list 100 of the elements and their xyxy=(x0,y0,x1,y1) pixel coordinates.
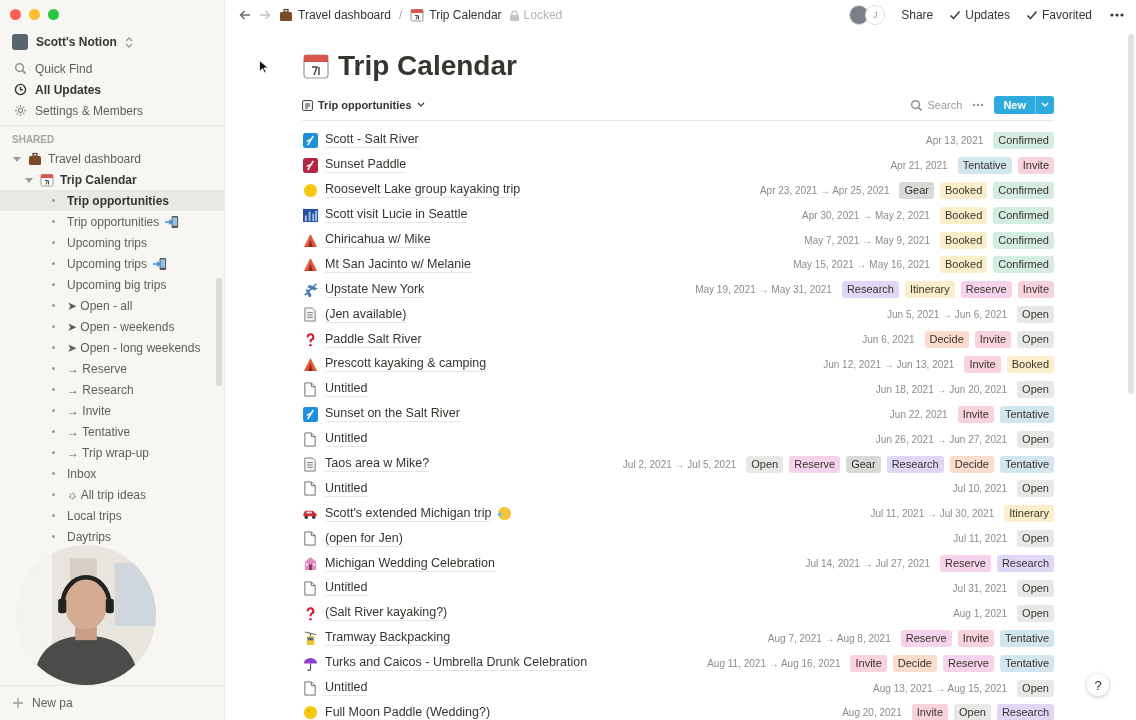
chevron-down-icon[interactable] xyxy=(1041,102,1049,108)
row-title[interactable]: Sunset on the Salt River xyxy=(325,406,460,423)
status-tag: Decide xyxy=(892,654,937,672)
minimize-window-button[interactable] xyxy=(29,9,40,20)
new-page-button[interactable]: New pa xyxy=(8,694,77,712)
row-title[interactable]: Paddle Salt River xyxy=(325,331,422,348)
sidebar-item[interactable]: → Tentative xyxy=(0,421,224,442)
row-title[interactable]: (Salt River kayaking?) xyxy=(325,605,448,622)
scrollbar[interactable] xyxy=(1128,34,1134,394)
tent-icon xyxy=(302,356,318,372)
sidebar-item[interactable]: Trip Calendar xyxy=(0,169,224,190)
breadcrumb-link[interactable]: Trip Calendar xyxy=(429,8,502,22)
row-title[interactable]: Scott's extended Michigan trip xyxy=(325,505,492,522)
sidebar-item[interactable]: Local trips xyxy=(0,505,224,526)
workspace-switcher[interactable]: Scott's Notion xyxy=(0,34,224,58)
sidebar-item[interactable]: Travel dashboard xyxy=(0,148,224,169)
sidebar-item[interactable]: ➤ Open - weekends xyxy=(0,316,224,337)
briefcase-icon xyxy=(279,8,293,22)
date-range: Jun 5, 2021 → Jun 6, 2021 xyxy=(887,309,1008,321)
sidebar-menu-item[interactable]: Quick Find xyxy=(0,58,224,79)
row-title[interactable]: Taos area w Mike? xyxy=(325,456,430,472)
row-title[interactable]: Upstate New York xyxy=(325,281,425,298)
row-title[interactable]: Full Moon Paddle (Wedding?) xyxy=(325,704,491,720)
date-range: May 15, 2021 → May 16, 2021 xyxy=(793,259,930,271)
row-title[interactable]: Roosevelt Lake group kayaking trip xyxy=(325,182,521,199)
status-tag: Invite xyxy=(911,704,948,720)
sidebar-item[interactable]: Trip opportunities xyxy=(0,211,224,232)
bullet-icon xyxy=(52,304,55,307)
status-tag: Reserve xyxy=(789,455,841,473)
status-tag: Tentative xyxy=(999,405,1054,423)
back-arrow-icon[interactable] xyxy=(239,9,251,21)
date-range: Jun 26, 2021 → Jun 27, 2021 xyxy=(875,433,1008,445)
date-range: Jul 14, 2021 → Jul 27, 2021 xyxy=(805,558,930,570)
moon-icon xyxy=(302,705,318,720)
row-title[interactable]: Scott - Salt River xyxy=(325,132,419,149)
status-tag: Invite xyxy=(850,654,887,672)
scrollbar[interactable] xyxy=(216,278,222,386)
forward-arrow-icon[interactable] xyxy=(259,9,271,21)
page-title: Trip Calendar xyxy=(338,50,517,82)
sidebar-menu-item[interactable]: All Updates xyxy=(0,79,224,100)
help-button[interactable]: ? xyxy=(1087,674,1109,696)
sidebar-item[interactable]: Trip opportunities xyxy=(0,190,224,211)
close-window-button[interactable] xyxy=(10,9,21,20)
city-icon xyxy=(302,207,318,223)
page-icon xyxy=(303,381,317,397)
calendar-icon xyxy=(40,172,54,187)
row-title[interactable]: Untitled xyxy=(325,580,368,597)
more-icon[interactable] xyxy=(1110,13,1124,17)
tent-icon xyxy=(302,257,318,273)
sidebar-item[interactable]: Inbox xyxy=(0,463,224,484)
sidebar-item[interactable]: ☼ All trip ideas xyxy=(0,484,224,505)
status-tag: Confirmed xyxy=(993,256,1054,274)
status-tag: Gear xyxy=(846,455,881,473)
row-title[interactable]: Scott visit Lucie in Seattle xyxy=(325,207,468,224)
breadcrumb-link[interactable]: Travel dashboard xyxy=(298,8,391,22)
sidebar-item[interactable]: → Trip wrap-up xyxy=(0,442,224,463)
sidebar-menu-item[interactable]: Settings & Members xyxy=(0,100,224,121)
sidebar-item[interactable]: → Reserve xyxy=(0,358,224,379)
date-range: Aug 13, 2021 → Aug 15, 2021 xyxy=(873,682,1008,694)
page-icon xyxy=(303,481,317,497)
row-title[interactable]: (Jen available) xyxy=(325,306,407,323)
zoom-window-button[interactable] xyxy=(48,9,59,20)
user-avatar: J xyxy=(865,5,886,25)
status-tag: Reserve xyxy=(943,654,994,672)
sidebar-item[interactable]: Daytrips xyxy=(0,526,224,547)
date-range: Aug 7, 2021 → Aug 8, 2021 xyxy=(767,632,891,644)
sidebar-item[interactable]: ➤ Open - all xyxy=(0,295,224,316)
status-tag: Gear xyxy=(899,181,934,199)
topbar-action[interactable]: Favorited xyxy=(1041,8,1092,22)
sidebar-item[interactable]: → Research xyxy=(0,379,224,400)
status-tag: Reserve xyxy=(939,555,991,573)
tent-icon xyxy=(302,232,318,248)
view-selector[interactable]: Trip opportunities xyxy=(302,99,425,111)
sidebar-item[interactable]: ➤ Open - long weekends xyxy=(0,337,224,358)
row-title[interactable]: Untitled xyxy=(325,381,368,398)
topbar-action[interactable]: Share xyxy=(901,8,934,22)
row-title[interactable]: Mt San Jacinto w/ Melanie xyxy=(325,256,471,273)
bullet-icon xyxy=(52,241,55,244)
chevron-down-icon xyxy=(416,102,425,108)
row-title[interactable]: Sunset Paddle xyxy=(325,157,407,174)
topbar-action[interactable]: Updates xyxy=(965,8,1010,22)
check-icon xyxy=(1025,9,1038,21)
row-title[interactable]: Tramway Backpacking xyxy=(325,630,451,647)
status-tag: Open xyxy=(1017,380,1054,398)
date-range: May 7, 2021 → May 9, 2021 xyxy=(804,234,930,246)
row-title[interactable]: Chiricahua w/ Mike xyxy=(325,232,431,248)
row-title[interactable]: (open for Jen) xyxy=(325,530,403,547)
sidebar-item[interactable]: → Invite xyxy=(0,400,224,421)
status-tag: Booked xyxy=(1006,355,1054,373)
status-tag: Decide xyxy=(924,331,969,349)
status-tag: Open xyxy=(1017,430,1054,448)
row-title[interactable]: Prescott kayaking & camping xyxy=(325,356,487,373)
row-title[interactable]: Turks and Caicos - Umbrella Drunk Celebration xyxy=(325,655,588,672)
sidebar-item[interactable]: Upcoming trips xyxy=(0,253,224,274)
sidebar-item[interactable]: Upcoming trips xyxy=(0,232,224,253)
row-title[interactable]: Untitled xyxy=(325,431,368,448)
row-title[interactable]: Untitled xyxy=(325,480,368,497)
row-title[interactable]: Untitled xyxy=(325,680,368,697)
row-title[interactable]: Michigan Wedding Celebration xyxy=(325,555,495,572)
sidebar-item[interactable]: Upcoming big trips xyxy=(0,274,224,295)
